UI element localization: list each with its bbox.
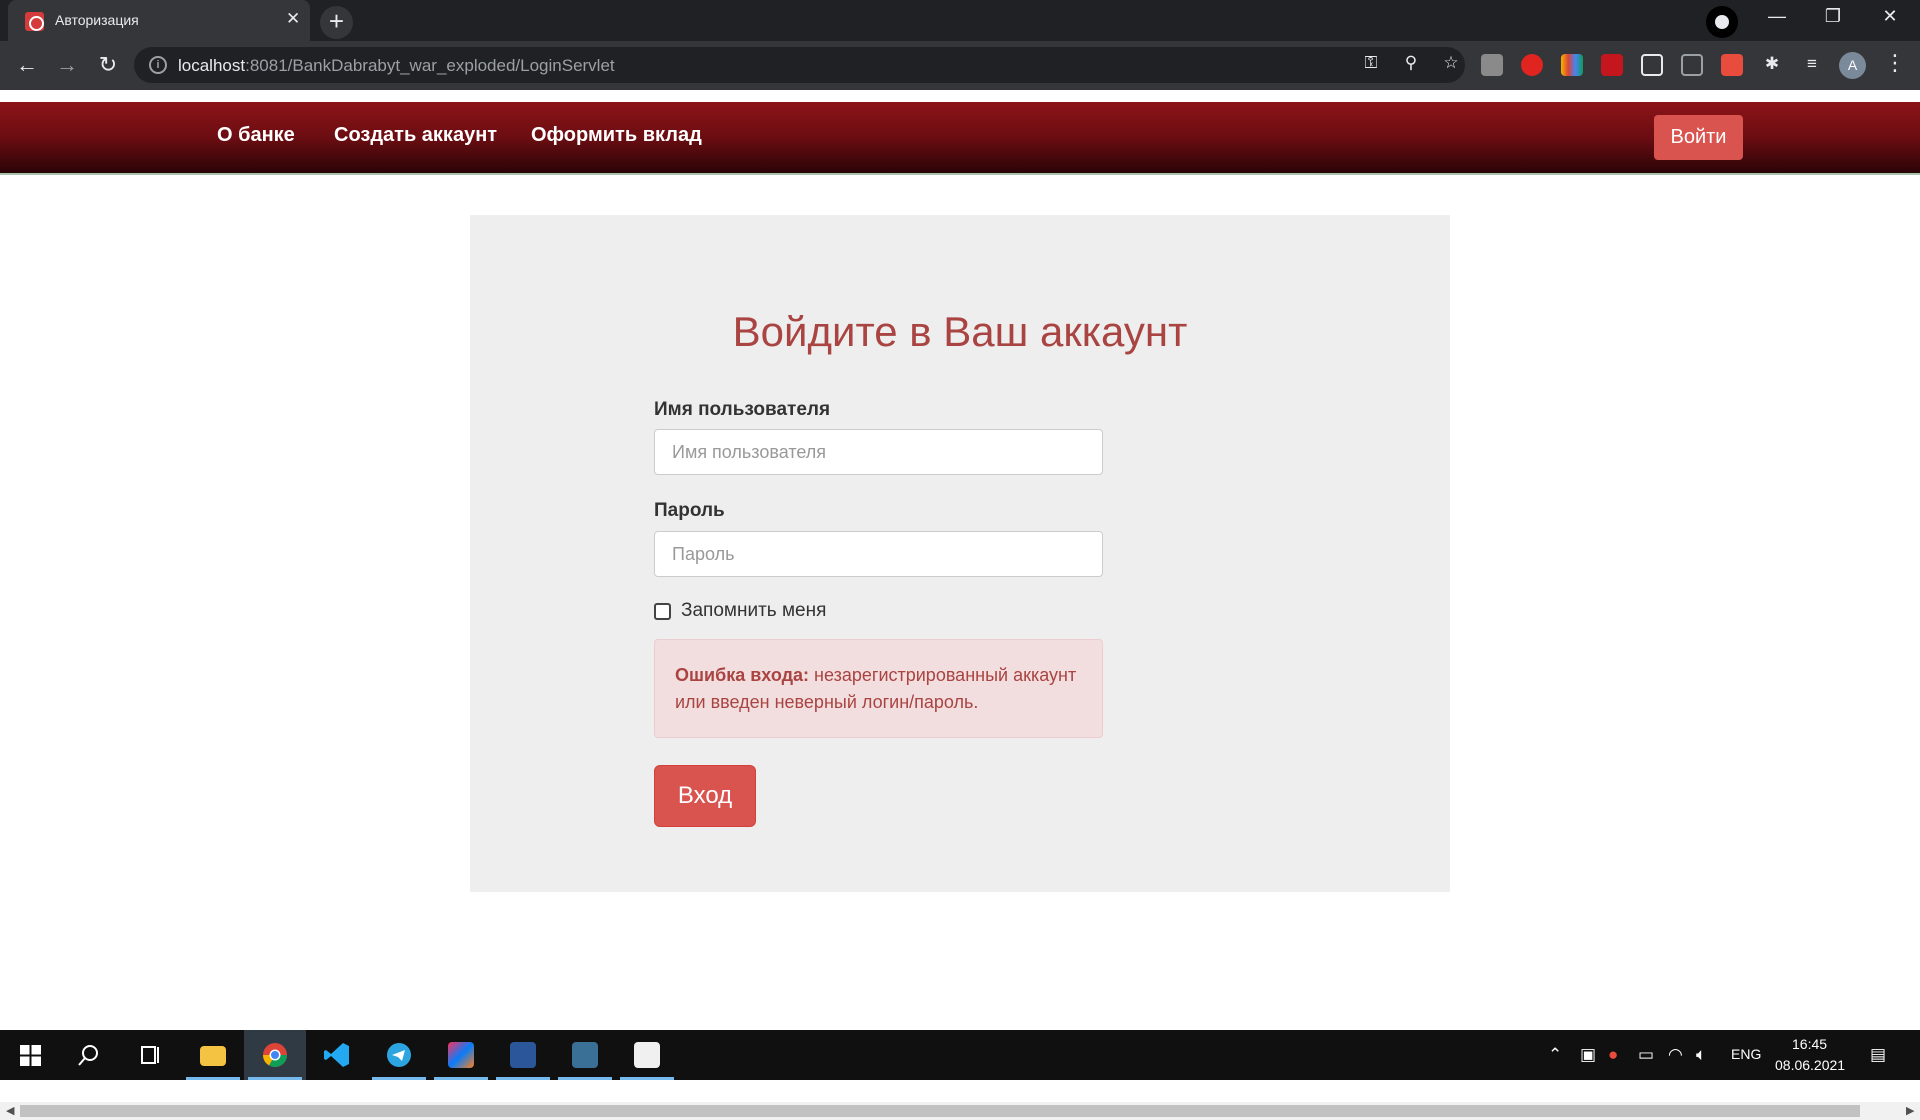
windows-start-icon[interactable] [0, 1030, 62, 1080]
browser-toolbar: ← → ↻ i localhost:8081/BankDabrabyt_war_… [0, 41, 1920, 90]
clock-date[interactable]: 08.06.2021 [1775, 1057, 1845, 1073]
show-hidden-icons-icon[interactable]: ⌃ [1548, 1045, 1562, 1065]
url-text[interactable]: localhost:8081/BankDabrabyt_war_exploded… [178, 56, 615, 76]
login-card: Войдите в Ваш аккаунт Имя пользователя П… [470, 215, 1450, 892]
browser-tab-strip: Авторизация ✕ + — ❐ ✕ [0, 0, 1920, 41]
forward-arrow-icon[interactable]: → [52, 50, 82, 80]
search-icon[interactable] [58, 1030, 120, 1080]
mysql-workbench-icon[interactable] [554, 1030, 616, 1080]
reload-icon[interactable]: ↻ [93, 50, 123, 80]
clock-time[interactable]: 16:45 [1792, 1036, 1827, 1052]
intellij-icon[interactable] [430, 1030, 492, 1080]
scroll-left-icon[interactable]: ◀ [6, 1104, 14, 1117]
password-input[interactable] [654, 531, 1103, 577]
extension-pdf-icon[interactable] [1601, 54, 1623, 76]
java-icon[interactable] [616, 1030, 678, 1080]
back-arrow-icon[interactable]: ← [12, 50, 42, 80]
language-indicator[interactable]: ENG [1731, 1046, 1761, 1062]
nav-link-open-deposit[interactable]: Оформить вклад [531, 124, 702, 147]
extension-camera-icon[interactable] [1481, 54, 1503, 76]
info-icon[interactable]: i [149, 56, 167, 74]
site-navbar: О банке Создать аккаунт Оформить вклад В… [0, 102, 1920, 175]
extension-frame-icon[interactable] [1681, 54, 1703, 76]
extensions-icon[interactable]: ✱ [1760, 54, 1784, 74]
tray-app-icon[interactable]: ● [1608, 1045, 1618, 1065]
word-icon[interactable] [492, 1030, 554, 1080]
volume-icon[interactable]: 🔈︎ [1696, 1045, 1706, 1065]
scrollbar-thumb[interactable] [20, 1105, 1860, 1117]
tab-title: Авторизация [55, 12, 139, 28]
notifications-icon[interactable]: ▤ [1870, 1045, 1886, 1065]
star-icon[interactable]: ☆ [1439, 53, 1463, 73]
reading-list-icon[interactable]: ≡ [1800, 54, 1824, 74]
file-explorer-icon[interactable] [182, 1030, 244, 1080]
remember-me-checkbox[interactable] [654, 603, 671, 620]
vscode-icon[interactable] [306, 1030, 368, 1080]
extension-window-icon[interactable] [1641, 54, 1663, 76]
nav-link-create-account[interactable]: Создать аккаунт [334, 124, 497, 147]
navbar-login-button[interactable]: Войти [1654, 115, 1743, 160]
error-alert: Ошибка входа: незарегистрированный аккау… [654, 639, 1103, 738]
browser-tab[interactable]: Авторизация ✕ [8, 0, 310, 41]
task-view-icon[interactable] [119, 1030, 181, 1080]
profile-avatar[interactable]: A [1839, 52, 1866, 79]
close-window-icon[interactable]: ✕ [1870, 6, 1910, 27]
minimize-icon[interactable]: — [1757, 6, 1797, 27]
page-viewport: О банке Создать аккаунт Оформить вклад В… [0, 90, 1920, 1120]
close-tab-icon[interactable]: ✕ [286, 9, 300, 29]
menu-dots-icon[interactable]: ⋮ [1884, 50, 1906, 76]
site-favicon-icon [25, 12, 44, 31]
extension-adblock-icon[interactable] [1521, 54, 1543, 76]
restore-icon[interactable]: ❐ [1813, 6, 1853, 27]
wifi-icon[interactable]: ◠ [1668, 1045, 1683, 1065]
horizontal-scrollbar[interactable]: ◀ ▶ [0, 1102, 1920, 1120]
key-icon[interactable]: ⚿ [1359, 53, 1383, 73]
windows-taskbar: ⌃ ▣ ● ▭ ◠ 🔈︎ ENG 16:45 08.06.2021 ▤ [0, 1030, 1920, 1080]
chrome-icon[interactable] [244, 1030, 306, 1080]
meet-now-icon[interactable]: ▣ [1580, 1045, 1596, 1065]
scroll-right-icon[interactable]: ▶ [1906, 1104, 1914, 1117]
extension-lastpass-icon[interactable] [1721, 54, 1743, 76]
nav-link-about-bank[interactable]: О банке [217, 124, 295, 147]
page-title: Войдите в Ваш аккаунт [732, 308, 1188, 355]
username-label: Имя пользователя [654, 399, 831, 420]
extension-color-icon[interactable] [1561, 54, 1583, 76]
error-title: Ошибка входа: [675, 665, 810, 685]
tab-search-icon[interactable] [1706, 6, 1738, 38]
new-tab-button[interactable]: + [320, 6, 353, 39]
zoom-icon[interactable]: ⚲ [1399, 53, 1423, 73]
submit-login-button[interactable]: Вход [654, 765, 756, 827]
telegram-icon[interactable] [368, 1030, 430, 1080]
username-input[interactable] [654, 429, 1103, 475]
battery-icon[interactable]: ▭ [1638, 1045, 1654, 1065]
address-bar[interactable]: i localhost:8081/BankDabrabyt_war_explod… [134, 47, 1465, 83]
password-label: Пароль [654, 500, 725, 521]
remember-me-label[interactable]: Запомнить меня [681, 600, 826, 622]
